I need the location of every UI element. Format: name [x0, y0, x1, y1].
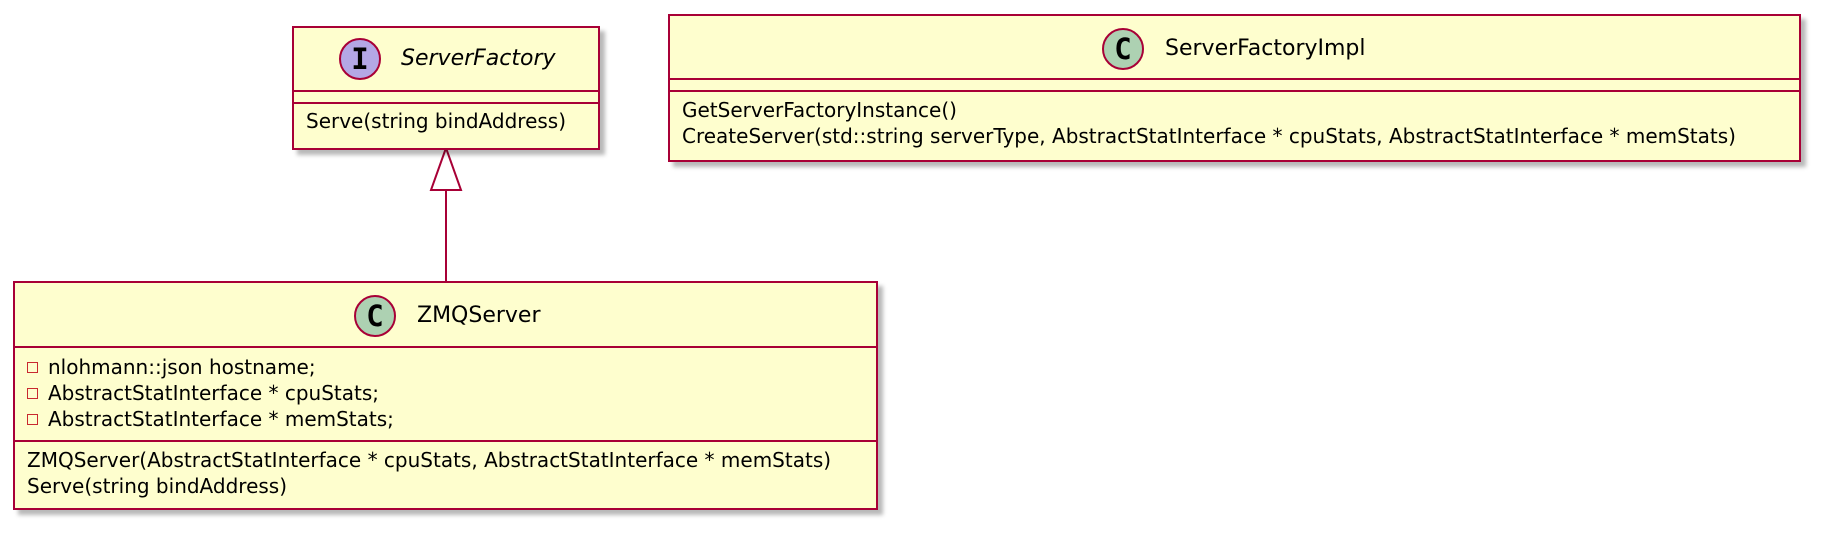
private-visibility-icon	[27, 387, 38, 399]
method-item: ZMQServer(AbstractStatInterface * cpuSta…	[27, 448, 832, 472]
stereotype-letter: C	[1114, 32, 1132, 66]
class-name: ServerFactoryImpl	[1165, 36, 1366, 61]
field-text: AbstractStatInterface * cpuStats;	[48, 381, 380, 405]
private-visibility-icon	[27, 413, 38, 425]
class-header: I ServerFactory	[294, 28, 598, 92]
method-item: GetServerFactoryInstance()	[682, 98, 957, 122]
method-item: CreateServer(std::string serverType, Abs…	[682, 124, 1736, 148]
fields-section	[294, 92, 598, 104]
hollow-triangle-icon	[429, 145, 463, 191]
method-item: Serve(string bindAddress)	[27, 474, 288, 498]
fields-section: nlohmann::json hostname; AbstractStatInt…	[15, 348, 876, 442]
field-text: nlohmann::json hostname;	[48, 355, 316, 379]
fields-section	[670, 80, 1799, 92]
field-item: AbstractStatInterface * cpuStats;	[27, 380, 864, 406]
class-name: ZMQServer	[417, 303, 541, 328]
stereotype-letter: I	[351, 42, 369, 76]
methods-section: GetServerFactoryInstance() CreateServer(…	[670, 92, 1799, 149]
class-server-factory-impl[interactable]: C ServerFactoryImpl GetServerFactoryInst…	[668, 14, 1801, 162]
interface-icon: I	[339, 38, 381, 80]
realization-edge	[429, 145, 463, 283]
class-name: ServerFactory	[401, 46, 556, 71]
method-item: Serve(string bindAddress)	[306, 109, 567, 133]
private-visibility-icon	[27, 361, 38, 373]
class-icon: C	[354, 295, 396, 337]
class-icon: C	[1102, 28, 1144, 70]
field-item: AbstractStatInterface * memStats;	[27, 406, 864, 432]
field-text: AbstractStatInterface * memStats;	[48, 407, 394, 431]
field-item: nlohmann::json hostname;	[27, 354, 864, 380]
stereotype-letter: C	[366, 299, 384, 333]
class-header: C ServerFactoryImpl	[670, 16, 1799, 80]
class-header: C ZMQServer	[15, 283, 876, 348]
class-zmq-server[interactable]: C ZMQServer nlohmann::json hostname; Abs…	[13, 281, 878, 510]
methods-section: ZMQServer(AbstractStatInterface * cpuSta…	[15, 442, 876, 499]
methods-section: Serve(string bindAddress)	[294, 104, 598, 134]
class-server-factory[interactable]: I ServerFactory Serve(string bindAddress…	[292, 26, 600, 150]
